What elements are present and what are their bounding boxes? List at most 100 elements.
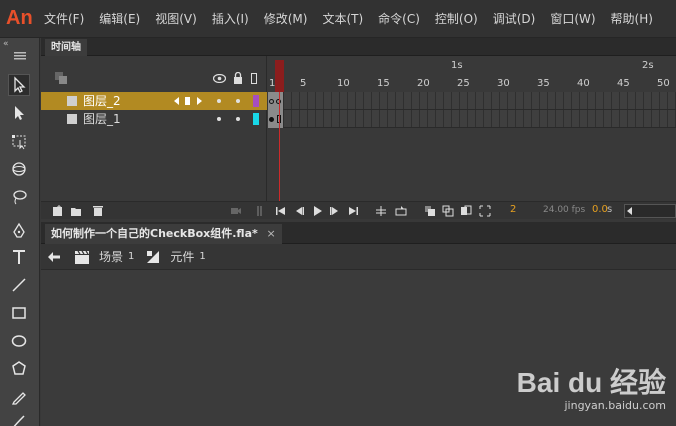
ruler-frame-label: 45 — [617, 78, 630, 89]
delete-layer-icon[interactable] — [91, 204, 105, 218]
lock-dot[interactable] — [236, 99, 240, 103]
elapsed-time[interactable]: 0.0 — [592, 204, 608, 215]
onion-skin-outline-icon[interactable] — [441, 204, 455, 218]
menu-text[interactable]: 文本(T) — [322, 10, 363, 27]
playhead-line — [279, 92, 280, 201]
brush-tool-icon[interactable] — [8, 410, 30, 426]
step-back-icon[interactable] — [292, 204, 306, 218]
keyframe-icon — [269, 117, 274, 122]
tab-timeline[interactable]: 时间轴 — [45, 39, 87, 56]
frame-rate[interactable]: 24.00 fps — [543, 205, 585, 215]
step-forward-icon[interactable] — [328, 204, 342, 218]
layer-list: 图层_2 图层_1 — [41, 56, 267, 201]
menu-insert[interactable]: 插入(I) — [212, 10, 249, 27]
menu-view[interactable]: 视图(V) — [155, 10, 197, 27]
frame-row-layer-1[interactable] — [268, 110, 676, 128]
menu-commands[interactable]: 命令(C) — [378, 10, 420, 27]
selection-tool-icon[interactable] — [8, 74, 30, 96]
eye-icon[interactable] — [213, 74, 226, 83]
watermark: Bai du 经验 jingyan.baidu.com — [517, 361, 666, 412]
timeline-controls: 2 24.00 fps 0.0 s — [41, 201, 676, 219]
layer-icon — [67, 96, 77, 106]
layer-header — [41, 56, 267, 92]
camera-icon[interactable] — [229, 204, 243, 218]
edit-multiple-frames-icon[interactable] — [459, 204, 473, 218]
center-frame-icon[interactable] — [374, 204, 388, 218]
new-folder-icon[interactable] — [69, 204, 83, 218]
show-all-layers-icon[interactable] — [55, 72, 69, 84]
ruler-frame-label: 25 — [457, 78, 470, 89]
line-tool-icon[interactable] — [8, 274, 30, 296]
frames-area[interactable]: 1s 2s 1 5 10 15 20 25 30 35 40 45 50 — [268, 56, 676, 201]
pen-tool-icon[interactable] — [8, 220, 30, 242]
app-window: An 文件(F) 编辑(E) 视图(V) 插入(I) 修改(M) 文本(T) 命… — [0, 0, 676, 426]
menu-control[interactable]: 控制(O) — [435, 10, 478, 27]
current-frame[interactable]: 2 — [510, 204, 516, 215]
scroll-left-icon[interactable] — [627, 207, 633, 215]
ruler-second-label: 2s — [642, 60, 654, 71]
layer-color-swatch[interactable] — [253, 95, 259, 107]
ruler-frame-label: 50 — [657, 78, 670, 89]
outline-icon[interactable] — [251, 73, 257, 84]
frame-row-layer-2[interactable] — [268, 92, 676, 110]
divider-icon — [253, 204, 267, 218]
breadcrumb-scene[interactable]: 场景 — [99, 248, 123, 265]
menu-file[interactable]: 文件(F) — [44, 10, 84, 27]
pencil-tool-icon[interactable] — [8, 386, 30, 408]
empty-keyframe-icon — [269, 99, 274, 104]
ruler-frame-label: 5 — [300, 78, 307, 89]
layer-name: 图层_1 — [83, 112, 121, 126]
visibility-dot[interactable] — [217, 117, 221, 121]
playhead-handle[interactable] — [275, 60, 284, 92]
lasso-tool-icon[interactable] — [8, 186, 30, 208]
close-icon[interactable]: × — [267, 224, 276, 244]
menu-debug[interactable]: 调试(D) — [493, 10, 536, 27]
modify-markers-icon[interactable] — [478, 204, 492, 218]
panel-grip-icon[interactable] — [0, 50, 39, 62]
ruler-frame-label: 40 — [577, 78, 590, 89]
free-transform-tool-icon[interactable] — [8, 130, 30, 152]
go-to-last-frame-icon[interactable] — [346, 204, 360, 218]
ruler-second-label: 1s — [451, 60, 463, 71]
new-layer-icon[interactable] — [51, 204, 65, 218]
stage[interactable]: Bai du 经验 jingyan.baidu.com — [41, 270, 676, 426]
layer-options-icon[interactable] — [173, 96, 209, 106]
loop-icon[interactable] — [394, 204, 408, 218]
scene-clapper-icon — [75, 250, 89, 264]
tools-panel: « — [0, 38, 40, 426]
tab-document[interactable]: 如何制作一个自己的CheckBox组件.fla* × — [45, 224, 282, 244]
menu-edit[interactable]: 编辑(E) — [99, 10, 140, 27]
oval-tool-icon[interactable] — [8, 330, 30, 352]
go-to-first-frame-icon[interactable] — [274, 204, 288, 218]
back-arrow-icon[interactable] — [48, 251, 60, 262]
layer-row-2[interactable]: 图层_2 — [41, 92, 267, 110]
3d-rotation-tool-icon[interactable] — [8, 158, 30, 180]
polystar-tool-icon[interactable] — [8, 358, 30, 380]
menu-modify[interactable]: 修改(M) — [264, 10, 308, 27]
breadcrumb-symbol[interactable]: 元件 — [170, 248, 194, 265]
ruler-frame-label: 10 — [337, 78, 350, 89]
rectangle-tool-icon[interactable] — [8, 302, 30, 324]
menu-window[interactable]: 窗口(W) — [550, 10, 595, 27]
document-tabbar: 如何制作一个自己的CheckBox组件.fla* × — [41, 222, 676, 244]
symbol-icon — [147, 250, 160, 263]
collapse-icon[interactable]: « — [0, 38, 39, 50]
ruler-frame-label: 30 — [497, 78, 510, 89]
layer-row-1[interactable]: 图层_1 — [41, 110, 267, 128]
ruler-frame-label: 35 — [537, 78, 550, 89]
breadcrumb-symbol-num: 1 — [199, 251, 206, 262]
timeline-ruler[interactable]: 1s 2s 1 5 10 15 20 25 30 35 40 45 50 — [268, 56, 676, 92]
lock-dot[interactable] — [236, 117, 240, 121]
play-icon[interactable] — [310, 204, 324, 218]
onion-skin-icon[interactable] — [423, 204, 437, 218]
menu-help[interactable]: 帮助(H) — [611, 10, 653, 27]
elapsed-time-unit: s — [607, 204, 613, 215]
ruler-frame-label: 15 — [377, 78, 390, 89]
document-title: 如何制作一个自己的CheckBox组件.fla* — [51, 227, 258, 240]
timeline-scrollbar[interactable] — [624, 204, 676, 218]
lock-icon[interactable] — [233, 72, 243, 84]
layer-color-swatch[interactable] — [253, 113, 259, 125]
text-tool-icon[interactable] — [8, 246, 30, 268]
visibility-dot[interactable] — [217, 99, 221, 103]
subselection-tool-icon[interactable] — [8, 102, 30, 124]
